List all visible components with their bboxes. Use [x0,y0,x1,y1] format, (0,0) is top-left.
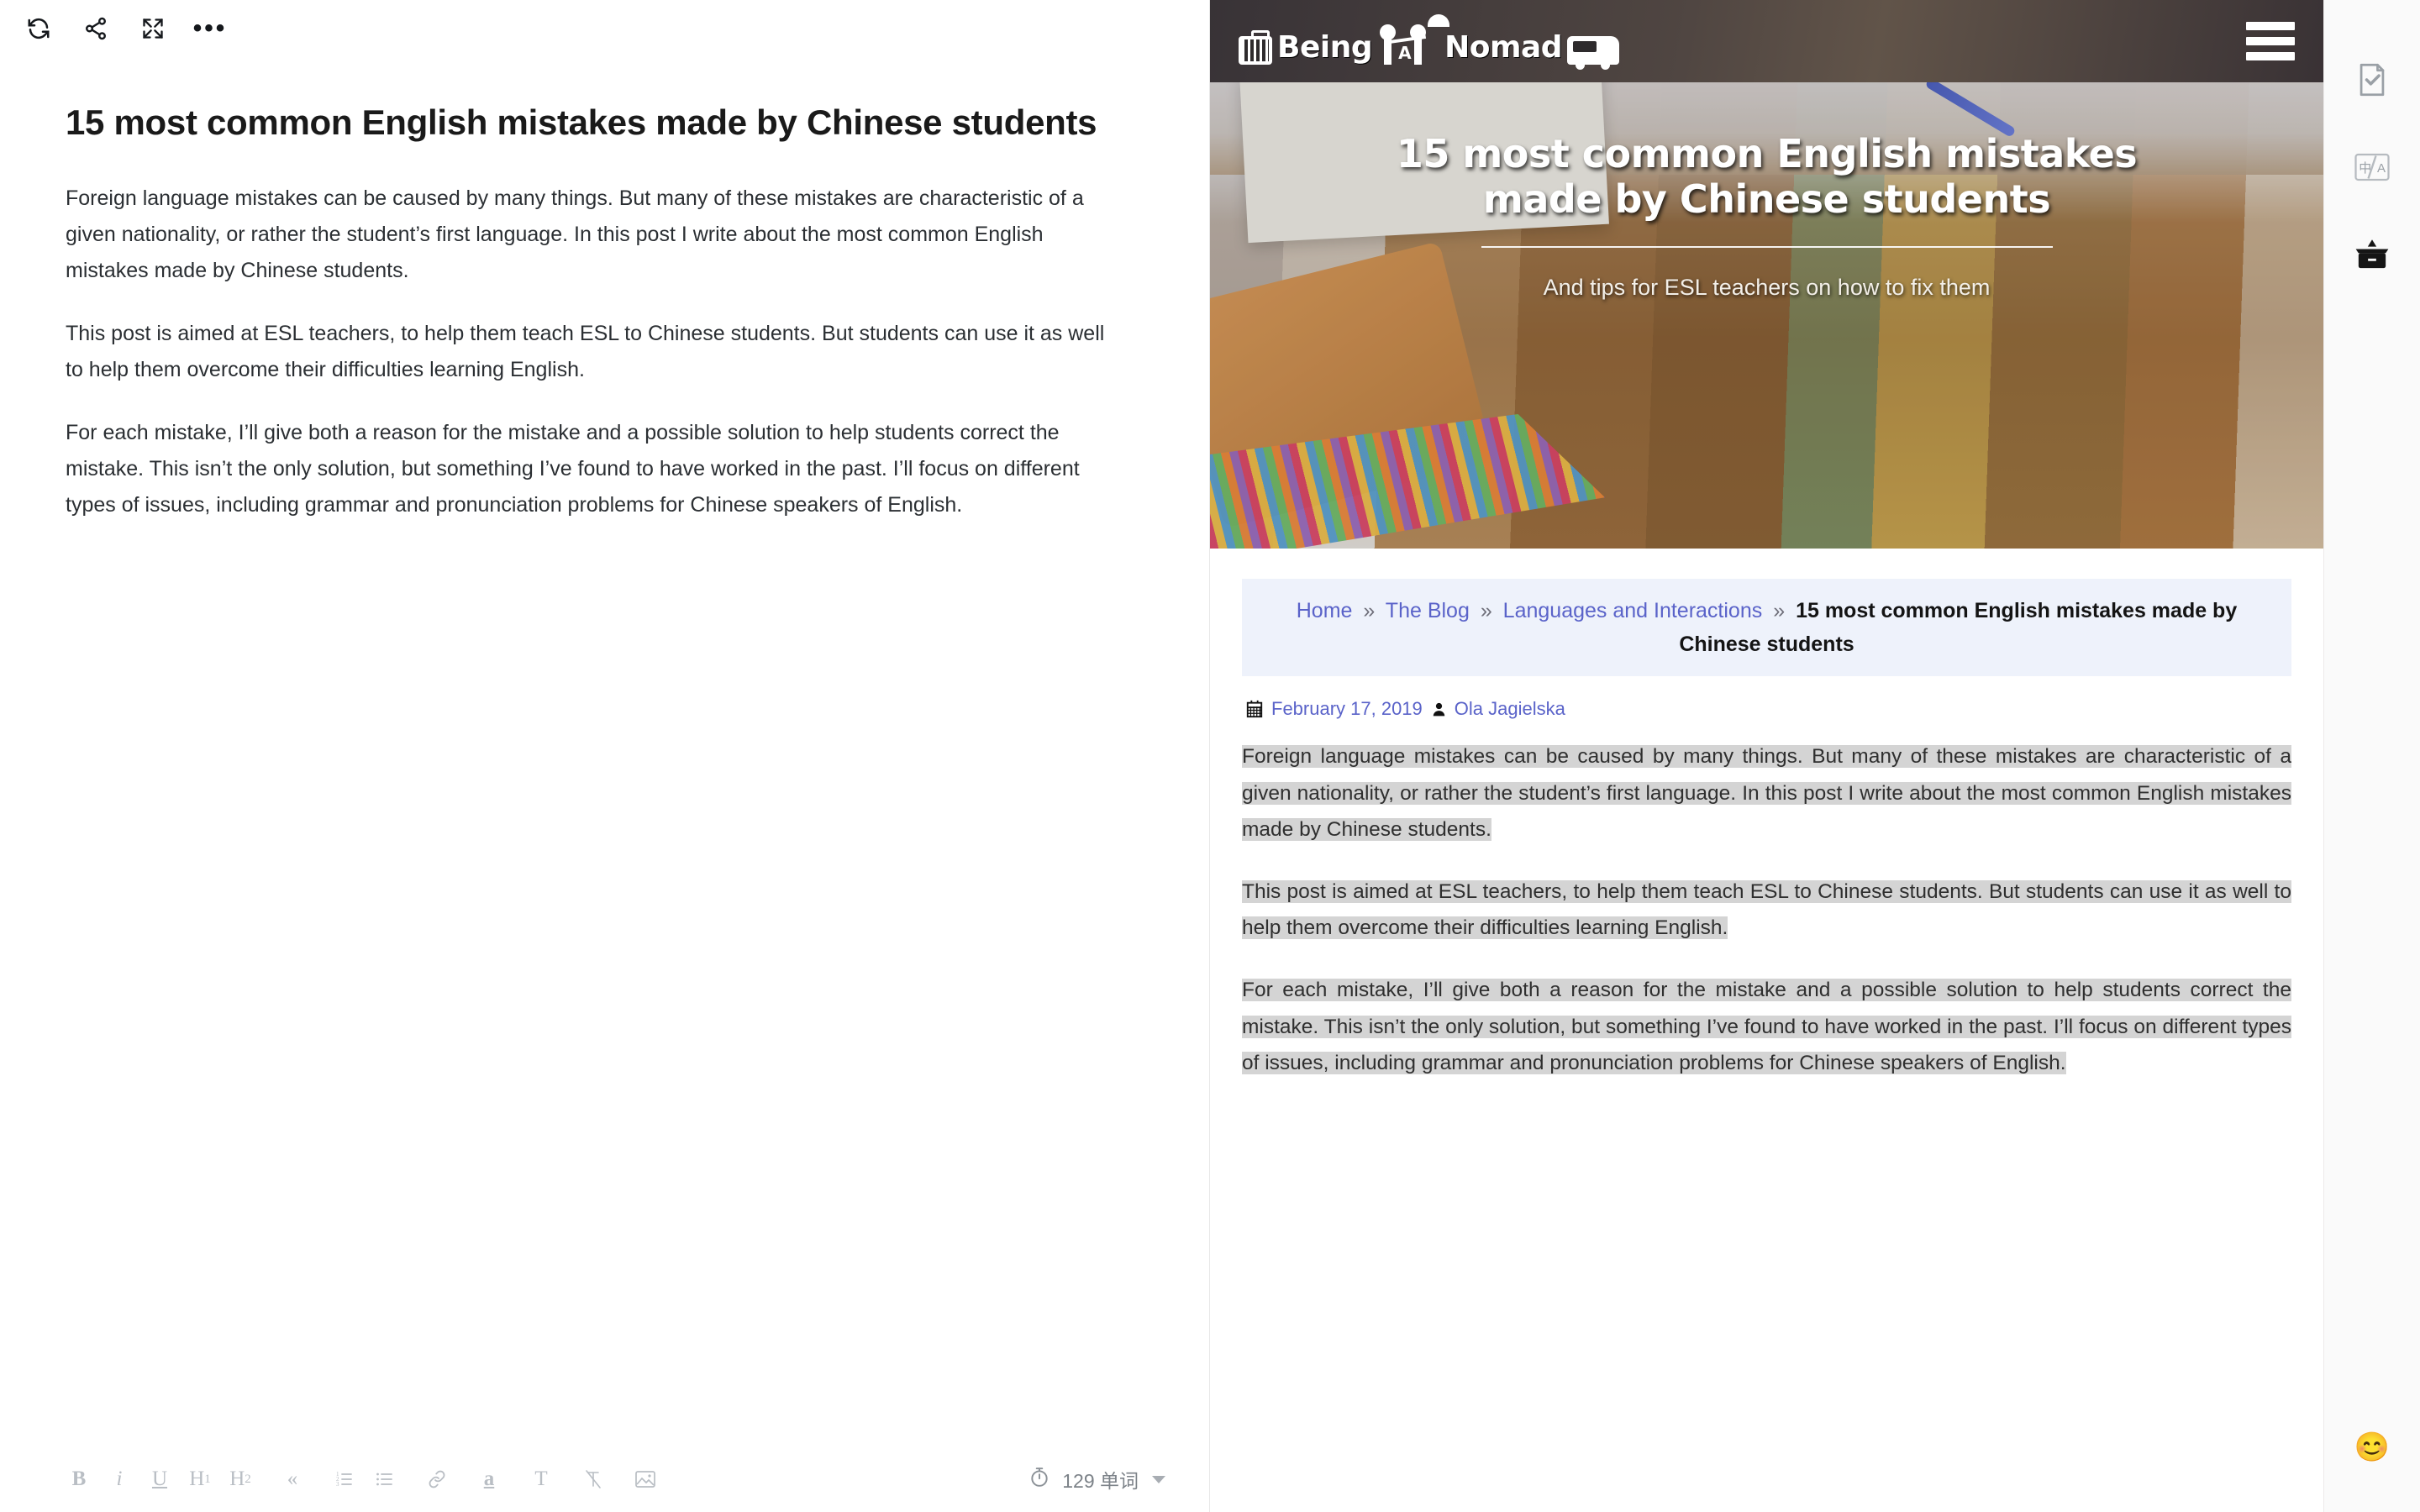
editor-top-toolbar: ••• [0,0,1209,57]
post-author-text: Ola Jagielska [1454,698,1565,719]
word-count-control[interactable]: 129 单词 [1028,1465,1165,1494]
document-paragraph[interactable]: Foreign language mistakes can be caused … [66,181,1112,289]
format-button-group: B i U H1 H2 « 1 2 3 a T [60,1460,664,1499]
post-date-text: February 17, 2019 [1271,698,1423,719]
breadcrumb-item-home[interactable]: Home [1297,599,1353,622]
document-paragraph[interactable]: For each mistake, I’ll give both a reaso… [66,415,1112,523]
editor-format-toolbar: B i U H1 H2 « 1 2 3 a T 129 单词 [0,1446,1209,1512]
heading-2-button[interactable]: H2 [222,1460,259,1499]
translate-icon[interactable]: 中 A [2344,139,2400,195]
post-author[interactable]: Ola Jagielska [1431,698,1565,720]
insert-image-button[interactable] [627,1460,664,1499]
bold-button[interactable]: B [60,1460,97,1499]
breadcrumb-separator: » [1363,599,1376,622]
breadcrumb-separator: » [1480,599,1492,622]
hero-content: 15 most common English mistakes made by … [1210,82,2323,549]
hero-banner: 15 most common English mistakes made by … [1210,82,2323,549]
breadcrumb: Home » The Blog » Languages and Interact… [1242,579,2291,676]
italic-button[interactable]: i [101,1460,138,1499]
calendar-icon [1245,700,1264,718]
document-paragraph[interactable]: This post is aimed at ESL teachers, to h… [66,316,1112,388]
camper-van-icon [1567,36,1620,70]
post-meta: February 17, 2019 Ola Jagielska [1245,698,2291,720]
post-paragraph: For each mistake, I’ll give both a reaso… [1242,972,2291,1082]
svg-text:中: 中 [2359,160,2371,176]
post-body: Home » The Blog » Languages and Interact… [1210,549,2323,1082]
ordered-list-icon[interactable]: 1 2 3 [326,1460,363,1499]
suitcase-icon [1239,30,1272,65]
post-paragraph: This post is aimed at ESL teachers, to h… [1242,874,2291,947]
text-style-button[interactable]: T [523,1460,560,1499]
svg-text:A: A [2377,161,2386,176]
more-options-icon[interactable]: ••• [187,7,234,50]
app-root: ••• 15 most common English mistakes made… [0,0,2420,1512]
unordered-list-icon[interactable] [366,1460,403,1499]
breadcrumb-item-current: 15 most common English mistakes made by … [1679,599,2238,656]
highlight-button[interactable]: a [471,1460,508,1499]
link-icon[interactable] [418,1460,455,1499]
hero-subtitle: And tips for ESL teachers on how to fix … [1543,274,1991,300]
hero-divider [1481,245,2053,248]
breadcrumb-item-the-blog[interactable]: The Blog [1386,599,1470,622]
post-paragraph-text: For each mistake, I’ll give both a reaso… [1242,979,2291,1075]
umbrella-icon [1428,14,1450,27]
document-check-icon[interactable] [2344,52,2400,108]
web-preview-pane: Being A Nomad 15 most common English mis… [1210,0,2323,1512]
editor-pane: ••• 15 most common English mistakes made… [0,0,1210,1512]
post-paragraph-text: Foreign language mistakes can be caused … [1242,745,2291,842]
share-icon[interactable] [72,7,119,50]
underline-button[interactable]: U [141,1460,178,1499]
user-icon [1431,701,1447,718]
toolbox-icon[interactable] [2344,227,2400,282]
right-sidebar: 中 A 😊 [2323,0,2420,1512]
heading-1-button[interactable]: H1 [182,1460,218,1499]
post-date[interactable]: February 17, 2019 [1245,698,1423,720]
breadcrumb-separator: » [1773,599,1786,622]
svg-text:3: 3 [336,1481,339,1488]
refresh-icon[interactable] [15,7,62,50]
post-paragraph: Foreign language mistakes can be caused … [1242,738,2291,848]
blockquote-button[interactable]: « [274,1460,311,1499]
clear-format-button[interactable] [575,1460,612,1499]
editor-content-area[interactable]: 15 most common English mistakes made by … [0,57,1209,1446]
site-header: Being A Nomad [1210,0,2323,82]
logo-text-nomad: Nomad [1444,30,1563,65]
timer-icon [1028,1466,1050,1494]
word-count-label: 129 单词 [1062,1470,1139,1492]
more-dots: ••• [192,14,228,42]
hamburger-menu-icon[interactable] [2246,22,2295,60]
fullscreen-icon[interactable] [129,7,176,50]
site-logo[interactable]: Being A Nomad [1239,14,1620,70]
post-paragraph-text: This post is aimed at ESL teachers, to h… [1242,879,2291,940]
logo-letter-a: A [1398,43,1412,63]
emoji-face-icon[interactable]: 😊 [2354,1433,2390,1462]
document-title[interactable]: 15 most common English mistakes made by … [66,101,1099,144]
hero-title: 15 most common English mistakes made by … [1396,131,2138,223]
people-icon: A [1376,14,1450,65]
breadcrumb-item-languages-and-interactions[interactable]: Languages and Interactions [1503,599,1763,622]
logo-text-being: Being [1277,30,1373,65]
chevron-down-icon[interactable] [1152,1475,1165,1483]
